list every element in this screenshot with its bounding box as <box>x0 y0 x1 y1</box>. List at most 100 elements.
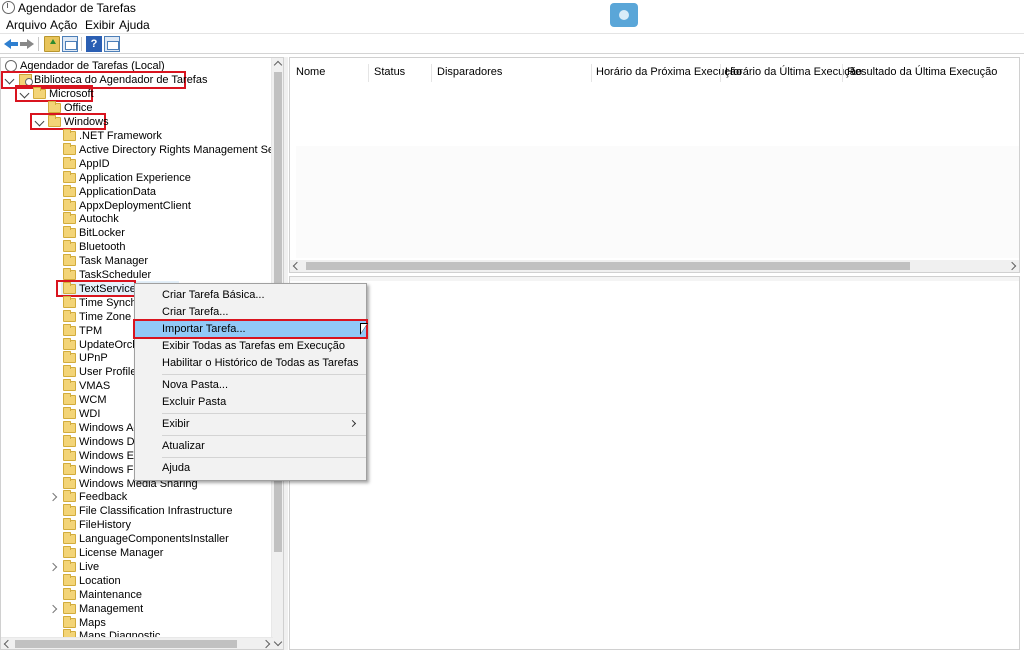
folder-icon <box>63 504 76 517</box>
chevron-down-icon[interactable] <box>4 74 15 85</box>
tree-label: AppID <box>79 157 110 170</box>
tree-item-folder[interactable]: Application Experience <box>1 170 271 185</box>
folder-icon <box>63 532 76 545</box>
menu-item-atualizar[interactable]: Atualizar <box>135 438 366 455</box>
tree-item-folder[interactable]: LanguageComponentsInstaller <box>1 532 271 546</box>
scroll-thumb[interactable] <box>15 640 237 648</box>
tree-item-folder[interactable]: Management <box>1 601 271 616</box>
tree-label: BitLocker <box>79 227 125 240</box>
menu-item-label: Ajuda <box>162 462 191 474</box>
tree-item-folder[interactable]: AppID <box>1 156 271 171</box>
chevron-right-icon[interactable] <box>48 493 58 502</box>
tree-item-folder[interactable]: TaskScheduler <box>1 268 271 282</box>
menu-item-ajuda[interactable]: Ajuda <box>135 460 366 477</box>
show-hide-console-tree-icon[interactable] <box>62 36 78 52</box>
task-list-pane[interactable]: Nome Status Disparadores Horário da Próx… <box>289 57 1020 273</box>
tree-item-folder[interactable]: Maintenance <box>1 587 271 602</box>
chevron-right-icon[interactable] <box>48 562 58 572</box>
tree-item-folder[interactable]: AppxDeploymentClient <box>1 198 271 213</box>
column-divider[interactable] <box>368 64 369 82</box>
column-divider[interactable] <box>431 64 432 82</box>
folder-icon <box>63 254 76 267</box>
scroll-up-arrow-icon[interactable] <box>273 60 283 70</box>
tree-item-folder[interactable]: Location <box>1 573 271 588</box>
task-list-horizontal-scrollbar[interactable] <box>290 260 1019 272</box>
menu-exibir[interactable]: Exibir <box>85 18 115 32</box>
scroll-right-arrow-icon[interactable] <box>261 639 271 649</box>
menu-item-label: Criar Tarefa Básica... <box>162 289 265 301</box>
tree-label: Task Manager <box>79 255 149 268</box>
tree-label: VMAS <box>79 380 111 393</box>
menu-item-nova-pasta[interactable]: Nova Pasta... <box>135 377 366 394</box>
column-divider[interactable] <box>591 64 592 82</box>
action-pane-icon[interactable] <box>104 36 120 52</box>
menu-arquivo[interactable]: Arquivo <box>6 18 47 32</box>
chevron-down-icon[interactable] <box>19 88 30 99</box>
tree-item-folder[interactable]: File Classification Infrastructure <box>1 504 271 518</box>
toolbar-separator <box>38 37 39 51</box>
scroll-down-arrow-icon[interactable] <box>273 637 283 647</box>
menu-ajuda[interactable]: Ajuda <box>119 18 150 32</box>
tree-label: Bluetooth <box>79 241 126 254</box>
folder-up-icon[interactable] <box>44 36 60 52</box>
menu-item-exibir[interactable]: Exibir <box>135 416 366 433</box>
task-detail-pane[interactable] <box>289 276 1020 650</box>
tree-item-folder[interactable]: ApplicationData <box>1 184 271 199</box>
tree-item-folder[interactable]: License Manager <box>1 546 271 560</box>
tree-label: TaskScheduler <box>79 269 152 281</box>
highlight-frame <box>133 319 368 339</box>
menu-separator <box>162 435 366 436</box>
column-header-disparadores[interactable]: Disparadores <box>437 66 502 78</box>
tree-item-folder[interactable]: FileHistory <box>1 518 271 532</box>
folder-icon <box>63 295 76 308</box>
tree-item-folder[interactable]: Bluetooth <box>1 240 271 254</box>
menu-item-criar-tarefa-basica[interactable]: Criar Tarefa Básica... <box>135 287 366 304</box>
tree-item-folder[interactable]: BitLocker <box>1 226 271 240</box>
menu-item-habilitar-historico[interactable]: Habilitar o Histórico de Todas as Tarefa… <box>135 355 366 372</box>
help-icon[interactable]: ? <box>86 36 102 52</box>
tree-label: Active Directory Rights Management Servi… <box>79 143 283 156</box>
tree-item-windows[interactable]: Windows <box>1 115 271 129</box>
tree-item-folder[interactable]: Live <box>1 559 271 574</box>
column-divider[interactable] <box>720 64 721 82</box>
folder-icon <box>48 101 61 113</box>
scroll-left-arrow-icon[interactable] <box>3 639 13 649</box>
detail-pane-edge <box>290 277 1019 281</box>
folder-icon <box>48 115 61 127</box>
folder-icon <box>63 240 76 253</box>
tree-label: Location <box>79 574 121 587</box>
scroll-right-arrow-icon[interactable] <box>1007 261 1017 271</box>
scroll-left-arrow-icon[interactable] <box>292 261 302 271</box>
menu-acao[interactable]: Ação <box>50 18 77 32</box>
column-header-nome[interactable]: Nome <box>296 66 325 78</box>
column-header-resultado[interactable]: Resultado da Última Execução <box>847 66 997 78</box>
folder-icon <box>63 601 76 614</box>
chevron-down-icon[interactable] <box>34 116 45 127</box>
tree-item-folder[interactable]: Active Directory Rights Management Servi… <box>1 142 283 157</box>
toolbar-separator <box>81 37 82 51</box>
menu-item-exibir-tarefas-execucao[interactable]: Exibir Todas as Tarefas em Execução <box>135 338 366 355</box>
folder-icon <box>63 129 76 141</box>
menu-item-excluir-pasta[interactable]: Excluir Pasta <box>135 394 366 411</box>
folder-icon <box>63 476 76 489</box>
column-header-status[interactable]: Status <box>374 66 405 78</box>
tree-item-folder[interactable]: Task Manager <box>1 254 271 268</box>
scroll-thumb[interactable] <box>306 262 910 270</box>
menu-separator <box>162 413 366 414</box>
tree-item-folder[interactable]: .NET Framework <box>1 129 271 143</box>
folder-icon <box>63 184 76 197</box>
tree-item-folder[interactable]: Maps <box>1 615 271 630</box>
menu-item-label: Nova Pasta... <box>162 379 229 391</box>
folder-icon <box>63 142 76 155</box>
task-scheduler-app-icon <box>2 1 15 14</box>
folder-icon <box>63 212 76 225</box>
back-arrow-icon[interactable] <box>3 36 19 52</box>
tree-item-folder[interactable]: Feedback <box>1 490 271 504</box>
column-divider[interactable] <box>842 64 843 82</box>
tree-item-microsoft[interactable]: Microsoft <box>1 87 271 101</box>
forward-arrow-icon[interactable] <box>19 36 35 52</box>
chevron-right-icon[interactable] <box>48 604 58 613</box>
menu-bar: Arquivo Ação Exibir Ajuda <box>0 16 1024 34</box>
tree-item-folder[interactable]: Autochk <box>1 212 271 226</box>
tree-horizontal-scrollbar[interactable] <box>1 637 273 649</box>
